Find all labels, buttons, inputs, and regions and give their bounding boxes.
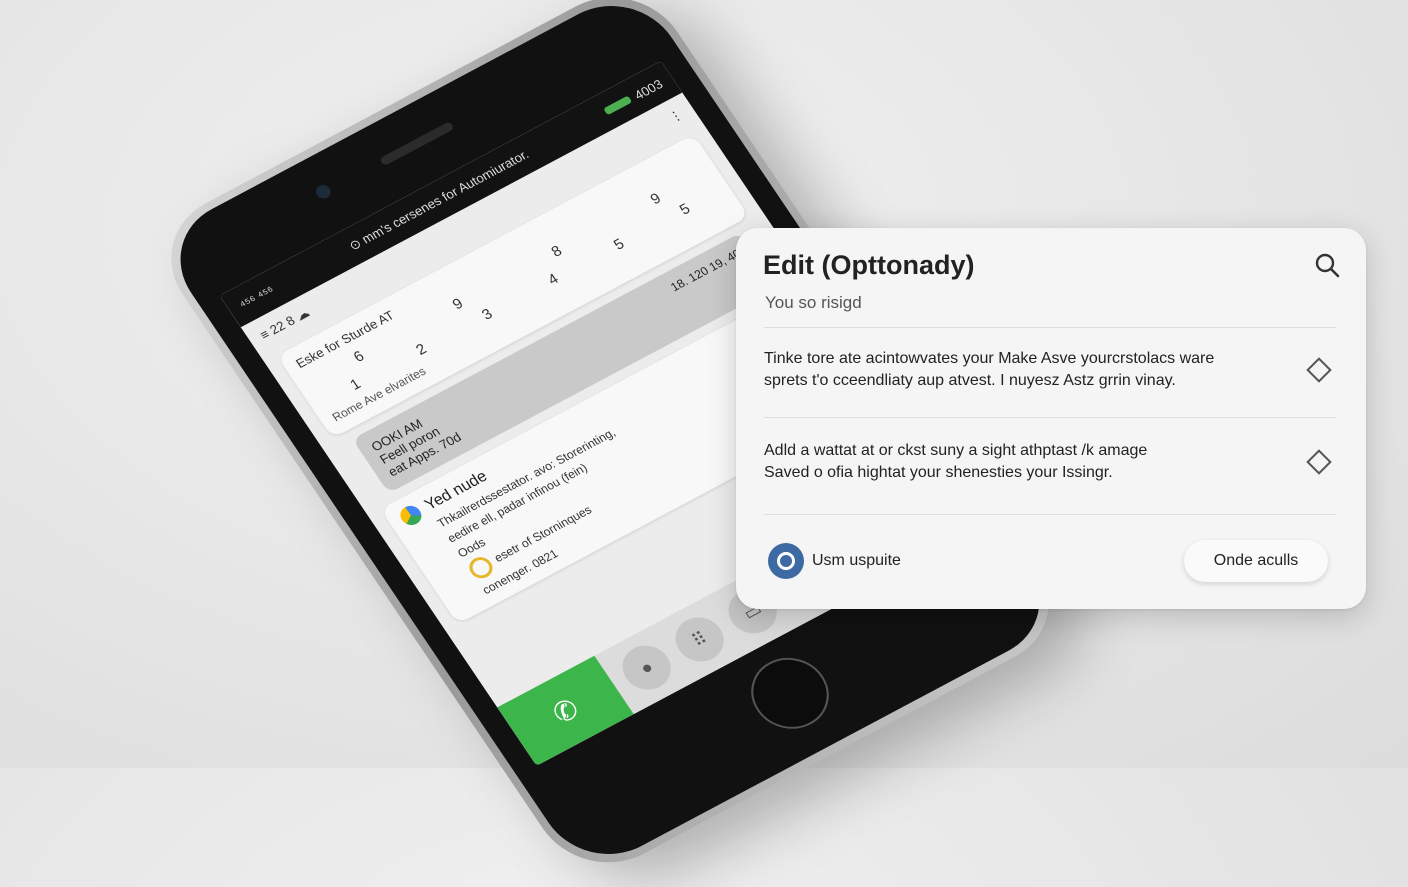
home-button[interactable] <box>736 645 844 742</box>
status-left: ⁴⁵⁶ ⁴⁵⁶ <box>237 283 277 313</box>
confirm-button[interactable]: Onde aculls <box>1184 540 1328 582</box>
digit: 8 <box>548 242 566 261</box>
diamond-icon[interactable] <box>1306 357 1332 383</box>
digit: 9 <box>449 295 467 314</box>
battery-icon <box>603 95 633 116</box>
chat-bubble-icon[interactable]: ● <box>613 637 680 698</box>
more-menu-icon[interactable]: ⋮ <box>666 107 686 126</box>
user-label: Usm uspuite <box>812 552 901 569</box>
digit: 9 <box>647 189 665 209</box>
panel-subtitle: You so risigd <box>765 293 862 312</box>
user-icon <box>768 543 804 579</box>
option-text: Adld a wattat at or ckst suny a sight at… <box>764 440 1147 484</box>
front-camera <box>313 182 334 201</box>
search-icon[interactable] <box>1314 252 1340 278</box>
user-row[interactable]: Usm uspuite <box>768 543 901 579</box>
digit: 6 <box>350 347 368 366</box>
status-left-text: ⁴⁵⁶ ⁴⁵⁶ <box>236 282 277 313</box>
digit: 4 <box>544 270 562 289</box>
edit-options-panel: Edit (Opttonady) You so risigd Tinke tor… <box>736 228 1366 609</box>
option-line: Saved o ofia hightat your shenesties you… <box>764 464 1113 481</box>
divider <box>764 417 1336 418</box>
speaker-grille <box>379 121 455 167</box>
diamond-icon[interactable] <box>1306 449 1332 475</box>
option-row[interactable]: Adld a wattat at or ckst suny a sight at… <box>764 440 1336 484</box>
digit: 3 <box>478 305 496 324</box>
option-line: sprets t'o cceendliaty aup atvest. I nuy… <box>764 372 1176 389</box>
option-row[interactable]: Tinke tore ate acintowvates your Make As… <box>764 348 1336 392</box>
phone-call-icon[interactable]: ✆ <box>497 655 634 766</box>
digit: 1 <box>347 375 364 394</box>
panel-title: Edit (Opttonady) <box>763 250 975 280</box>
status-right-text: 4003 <box>631 76 666 103</box>
digit: 5 <box>676 200 694 219</box>
digit: 5 <box>610 235 628 254</box>
option-line: Tinke tore ate acintowvates your Make As… <box>764 350 1215 367</box>
option-line: Adld a wattat at or ckst suny a sight at… <box>764 442 1148 459</box>
divider <box>764 327 1336 328</box>
digit: 2 <box>412 340 430 359</box>
option-text: Tinke tore ate acintowvates your Make As… <box>764 348 1214 392</box>
dialpad-icon[interactable]: ⠿ <box>666 609 733 670</box>
divider <box>764 514 1336 515</box>
